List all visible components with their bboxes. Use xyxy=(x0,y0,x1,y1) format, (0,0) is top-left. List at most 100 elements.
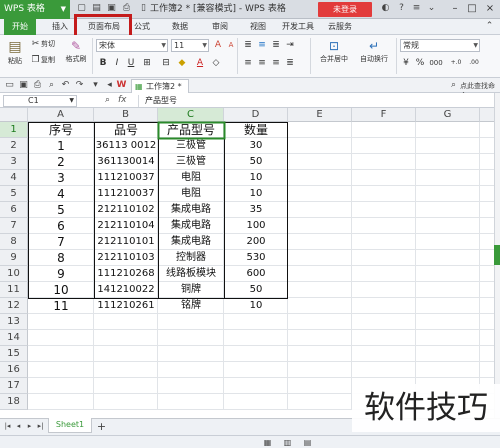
align-bottom-icon[interactable]: ≣ xyxy=(270,39,282,51)
align-middle-icon[interactable]: ≡ xyxy=(256,39,268,51)
tab-data[interactable]: 数据 xyxy=(164,19,196,35)
wps-app-menu-button[interactable]: WPS 表格 ▼ xyxy=(0,0,70,19)
font-color-icon[interactable]: A xyxy=(194,57,206,69)
document-icon: ▯ xyxy=(141,3,146,13)
tab-home[interactable]: 开始 xyxy=(4,19,36,35)
tab-review[interactable]: 审阅 xyxy=(204,19,236,35)
name-box[interactable]: C1 ▼ xyxy=(3,95,77,107)
first-sheet-icon[interactable]: |◂ xyxy=(2,421,13,432)
scrollbar-thumb[interactable] xyxy=(494,245,500,265)
chevron-up-icon[interactable]: ⌃ xyxy=(484,21,495,32)
open-folder-icon[interactable]: ▤ xyxy=(91,3,102,14)
align-right-icon[interactable]: ≡ xyxy=(270,57,282,69)
chevron-left-icon[interactable]: ◂ xyxy=(104,80,115,91)
italic-button[interactable]: I xyxy=(111,57,123,69)
font-name-select[interactable]: 宋体 ▼ xyxy=(96,39,168,52)
next-sheet-icon[interactable]: ▸ xyxy=(24,421,35,432)
maximize-button[interactable]: □ xyxy=(465,1,479,17)
decrease-decimal-button[interactable]: .00 xyxy=(466,57,482,69)
currency-button[interactable]: ¥ xyxy=(400,57,412,69)
number-format-value: 常规 xyxy=(403,41,419,50)
table-border-lines xyxy=(28,122,288,299)
tab-insert[interactable]: 插入 xyxy=(44,19,76,35)
print-icon[interactable]: ⎙ xyxy=(32,80,43,91)
undo-icon[interactable]: ↶ xyxy=(60,80,71,91)
workbook-tab[interactable]: ▦ 工作簿2 * xyxy=(131,79,189,93)
save-icon[interactable]: ▣ xyxy=(18,80,29,91)
thousands-button[interactable]: 000 xyxy=(428,57,444,69)
font-size-select[interactable]: 11 ▼ xyxy=(171,39,209,52)
chevron-down-icon: ▼ xyxy=(202,42,207,49)
ribbon-home: ▤ 粘贴 ✂ 剪切 ❐复制 ✎ 格式刷 宋体 ▼ 11 ▼ A A B I U ⊞ ⊟… xyxy=(0,35,500,78)
add-sheet-button[interactable]: + xyxy=(96,421,107,432)
zoom-icon[interactable]: ⌕ xyxy=(102,95,113,106)
sheet-tab-sheet1[interactable]: Sheet1 xyxy=(48,418,92,433)
tab-cloud[interactable]: 云服务 xyxy=(322,19,358,35)
login-button[interactable]: 未登录 xyxy=(318,2,372,17)
fill-color-icon[interactable]: ◆ xyxy=(176,57,188,69)
clear-format-icon[interactable]: ◇ xyxy=(210,57,222,69)
paste-label: 粘贴 xyxy=(8,57,22,65)
format-painter-button[interactable]: ✎ 格式刷 xyxy=(64,38,88,64)
align-top-icon[interactable]: ≣ xyxy=(242,39,254,51)
wrap-text-button[interactable]: ↵ 自动换行 xyxy=(356,38,392,64)
percent-button[interactable]: % xyxy=(414,57,426,69)
watermark: 软件技巧 xyxy=(352,384,500,432)
chevron-down-icon[interactable]: ⌄ xyxy=(426,3,437,14)
tab-formulas[interactable]: 公式 xyxy=(128,19,156,35)
cut-button[interactable]: ✂ 剪切 xyxy=(30,39,55,50)
quick-access-bar: ▭ ▣ ⎙ ⌕ ↶ ↷ ▾ ◂ W ⌕ 点此查找命令 xyxy=(0,78,500,100)
close-button[interactable]: × xyxy=(483,1,497,17)
normal-view-icon[interactable]: ▦ xyxy=(262,437,273,448)
skin-icon[interactable]: ◐ xyxy=(380,3,391,14)
status-bar: ▦ ▥ ▤ xyxy=(0,435,500,448)
number-format-select[interactable]: 常规 ▼ xyxy=(400,39,480,52)
chevron-down-icon: ▼ xyxy=(161,42,166,49)
font-size-value: 11 xyxy=(174,41,185,50)
merge-center-button[interactable]: ⊡ 合并居中 xyxy=(316,38,352,64)
font-grow-button[interactable]: A xyxy=(212,39,224,51)
new-file-icon[interactable]: ▢ xyxy=(76,3,87,14)
spreadsheet-grid[interactable]: A B C D E F G 1 2 3 4 5 6 7 8 9 10 11 12 13 14 15 16 17 1… xyxy=(0,108,494,418)
align-center-icon[interactable]: ≡ xyxy=(256,57,268,69)
wps-logo-icon: W xyxy=(116,80,127,90)
indent-icon[interactable]: ⇥ xyxy=(284,39,296,51)
bold-button[interactable]: B xyxy=(97,57,109,69)
tab-developer[interactable]: 开发工具 xyxy=(278,19,318,35)
folder-icon[interactable]: ▭ xyxy=(4,80,15,91)
fx-button[interactable]: fx xyxy=(118,95,127,105)
ribbon-divider xyxy=(237,38,238,74)
prev-sheet-icon[interactable]: ◂ xyxy=(13,421,24,432)
wrap-text-icon: ↵ xyxy=(368,39,380,53)
cut-label: 剪切 xyxy=(41,40,55,48)
menu-icon[interactable]: ≡ xyxy=(411,3,422,14)
save-icon[interactable]: ▣ xyxy=(106,3,117,14)
page-break-view-icon[interactable]: ▤ xyxy=(302,437,313,448)
name-box-value: C1 xyxy=(28,96,39,105)
page-layout-view-icon[interactable]: ▥ xyxy=(282,437,293,448)
justify-icon[interactable]: ≣ xyxy=(284,57,296,69)
font-shrink-button[interactable]: A xyxy=(225,39,237,51)
align-left-icon[interactable]: ≡ xyxy=(242,57,254,69)
last-sheet-icon[interactable]: ▸| xyxy=(35,421,46,432)
scissors-icon: ✂ xyxy=(31,39,40,49)
merge-icon[interactable]: ⊟ xyxy=(160,57,172,69)
copy-button[interactable]: ❐复制 xyxy=(30,55,55,66)
paste-icon: ▤ xyxy=(8,39,22,55)
preview-icon[interactable]: ⌕ xyxy=(46,80,57,91)
increase-decimal-button[interactable]: +.0 xyxy=(448,57,464,69)
search-icon: ⌕ xyxy=(450,80,457,90)
minimize-button[interactable]: – xyxy=(448,1,462,17)
tab-view[interactable]: 视图 xyxy=(242,19,274,35)
paste-button[interactable]: ▤ 粘贴 xyxy=(5,38,25,66)
brush-icon: ✎ xyxy=(70,39,82,53)
help-icon[interactable]: ? xyxy=(396,3,407,14)
chevron-down-icon[interactable]: ▾ xyxy=(90,80,101,91)
print-icon[interactable]: ⎙ xyxy=(121,3,132,14)
formula-input[interactable]: 产品型号 xyxy=(138,95,494,107)
redo-icon[interactable]: ↷ xyxy=(74,80,85,91)
spreadsheet-icon: ▦ xyxy=(135,82,143,91)
underline-button[interactable]: U xyxy=(125,57,137,69)
format-painter-label: 格式刷 xyxy=(65,55,87,63)
border-icon[interactable]: ⊞ xyxy=(141,57,153,69)
